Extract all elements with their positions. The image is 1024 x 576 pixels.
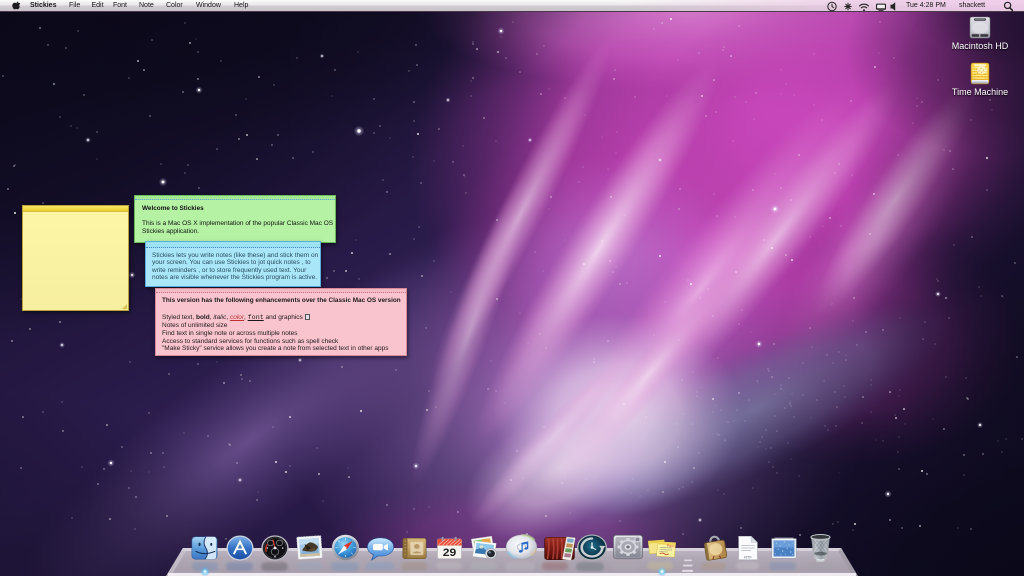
svg-text:29: 29	[443, 547, 456, 558]
svg-text:RTF: RTF	[744, 554, 752, 559]
